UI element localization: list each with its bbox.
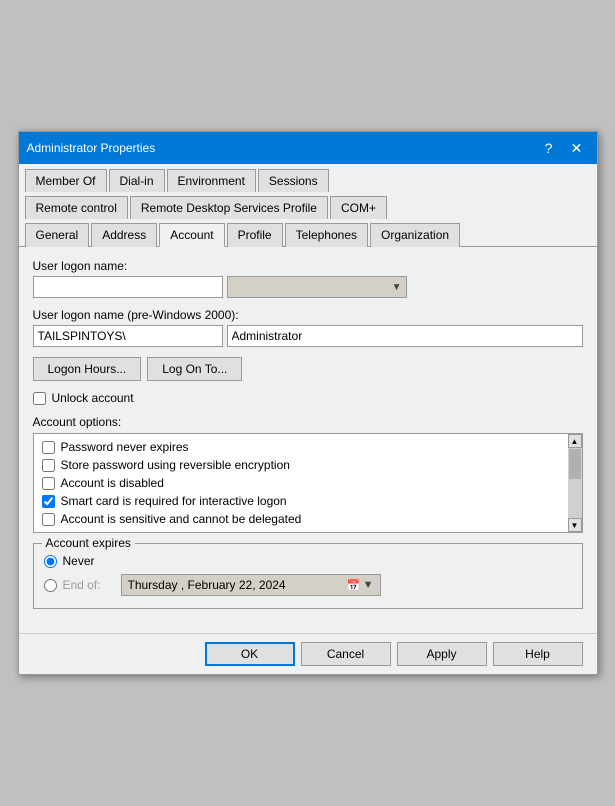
logon-hours-button[interactable]: Logon Hours... — [33, 357, 142, 381]
never-radio-row: Never — [44, 554, 572, 568]
opt-password-never-expires-label: Password never expires — [61, 440, 189, 454]
cancel-button[interactable]: Cancel — [301, 642, 391, 666]
date-picker-controls: 📅 ▼ — [347, 579, 374, 592]
tab-environment[interactable]: Environment — [167, 169, 256, 192]
dialog-title: Administrator Properties — [27, 141, 156, 155]
scroll-track — [568, 448, 582, 518]
option-row: Account is disabled — [38, 474, 562, 492]
end-of-radio-row: End of: Thursday , February 22, 2024 📅 ▼ — [44, 574, 572, 596]
title-bar: Administrator Properties ? ✕ — [19, 132, 597, 164]
never-radio[interactable] — [44, 555, 57, 568]
logon-name-domain-dropdown[interactable]: ▼ — [227, 276, 407, 298]
chevron-down-icon: ▼ — [392, 282, 402, 293]
tab-profile[interactable]: Profile — [227, 223, 283, 247]
never-label: Never — [63, 554, 95, 568]
apply-button[interactable]: Apply — [397, 642, 487, 666]
logon-name-input-row: ▼ — [33, 276, 583, 298]
tab-member-of[interactable]: Member Of — [25, 169, 107, 192]
logon-name-input[interactable] — [33, 276, 223, 298]
pre-windows-input-row — [33, 325, 583, 347]
opt-account-disabled-label: Account is disabled — [61, 476, 164, 490]
option-row: Store password using reversible encrypti… — [38, 456, 562, 474]
opt-smart-card-label: Smart card is required for interactive l… — [61, 494, 287, 508]
opt-reversible-encryption-label: Store password using reversible encrypti… — [61, 458, 290, 472]
account-options-box: Password never expires Store password us… — [33, 433, 583, 533]
opt-reversible-encryption[interactable] — [42, 459, 55, 472]
pre-windows-label: User logon name (pre-Windows 2000): — [33, 308, 583, 322]
tab-general[interactable]: General — [25, 223, 90, 247]
scroll-up-btn[interactable]: ▲ — [568, 434, 582, 448]
bottom-bar: OK Cancel Apply Help — [19, 633, 597, 674]
logon-buttons-row: Logon Hours... Log On To... — [33, 357, 583, 381]
tab-row-1: Member Of Dial-in Environment Sessions — [19, 164, 597, 191]
opt-sensitive-label: Account is sensitive and cannot be deleg… — [61, 512, 302, 526]
tab-row-3: General Address Account Profile Telephon… — [19, 218, 597, 247]
help-button[interactable]: Help — [493, 642, 583, 666]
account-expires-group: Account expires Never End of: Thursday ,… — [33, 543, 583, 609]
options-list: Password never expires Store password us… — [34, 434, 582, 532]
option-row: Smart card is required for interactive l… — [38, 492, 562, 510]
tab-telephones[interactable]: Telephones — [285, 223, 368, 247]
tab-dial-in[interactable]: Dial-in — [109, 169, 165, 192]
scroll-down-btn[interactable]: ▼ — [568, 518, 582, 532]
account-tab-content: User logon name: ▼ User logon name (pre-… — [19, 247, 597, 633]
options-scrollbar[interactable]: ▲ ▼ — [568, 434, 582, 532]
end-of-radio[interactable] — [44, 579, 57, 592]
logon-name-group: User logon name: ▼ — [33, 259, 583, 298]
unlock-account-row: Unlock account — [33, 391, 583, 405]
scroll-thumb — [569, 449, 581, 479]
unlock-account-label: Unlock account — [52, 391, 134, 405]
close-title-button[interactable]: ✕ — [565, 138, 589, 158]
opt-account-disabled[interactable] — [42, 477, 55, 490]
calendar-icon[interactable]: 📅 — [347, 579, 361, 592]
opt-sensitive[interactable] — [42, 513, 55, 526]
pre-windows-group: User logon name (pre-Windows 2000): — [33, 308, 583, 347]
dialog: Administrator Properties ? ✕ Member Of D… — [18, 131, 598, 675]
end-of-label: End of: — [63, 578, 115, 592]
date-picker[interactable]: Thursday , February 22, 2024 📅 ▼ — [121, 574, 381, 596]
tab-rdsp[interactable]: Remote Desktop Services Profile — [130, 196, 328, 219]
tab-com-plus[interactable]: COM+ — [330, 196, 387, 219]
tab-organization[interactable]: Organization — [370, 223, 460, 247]
log-on-to-button[interactable]: Log On To... — [147, 357, 242, 381]
option-row: Password never expires — [38, 438, 562, 456]
date-dropdown-icon[interactable]: ▼ — [363, 579, 374, 591]
expires-legend: Account expires — [42, 536, 135, 550]
tab-address[interactable]: Address — [91, 223, 157, 247]
date-value: Thursday , February 22, 2024 — [128, 578, 286, 592]
option-row: Account is sensitive and cannot be deleg… — [38, 510, 562, 528]
opt-password-never-expires[interactable] — [42, 441, 55, 454]
tab-account[interactable]: Account — [159, 223, 224, 247]
opt-smart-card[interactable] — [42, 495, 55, 508]
pre-windows-user-input[interactable] — [227, 325, 583, 347]
pre-windows-domain-input[interactable] — [33, 325, 223, 347]
tab-row-2: Remote control Remote Desktop Services P… — [19, 191, 597, 218]
title-bar-controls: ? ✕ — [537, 138, 589, 158]
tab-remote-control[interactable]: Remote control — [25, 196, 128, 219]
help-title-button[interactable]: ? — [537, 138, 561, 158]
unlock-account-checkbox[interactable] — [33, 392, 46, 405]
account-options-label: Account options: — [33, 415, 583, 429]
ok-button[interactable]: OK — [205, 642, 295, 666]
logon-name-label: User logon name: — [33, 259, 583, 273]
tab-sessions[interactable]: Sessions — [258, 169, 329, 192]
